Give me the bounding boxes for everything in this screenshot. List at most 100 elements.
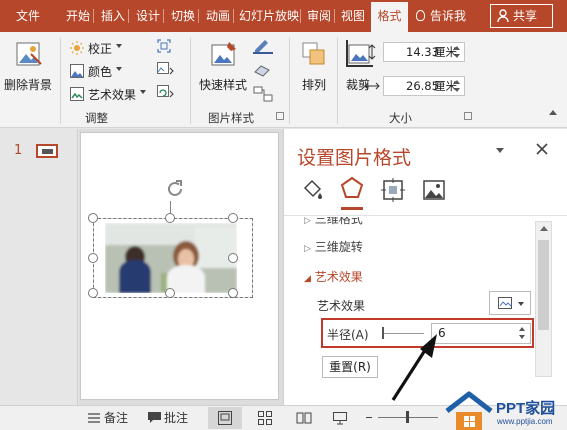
- artistic-effect-preview-icon: [498, 297, 512, 309]
- resize-handle[interactable]: [165, 213, 175, 223]
- compress-pictures-icon[interactable]: [157, 39, 171, 53]
- section-artistic-effects-label: 艺术效果: [314, 270, 363, 284]
- tell-me-search[interactable]: 告诉我: [416, 0, 466, 32]
- arrange-button[interactable]: 排列: [296, 40, 330, 102]
- radius-slider-thumb[interactable]: [382, 327, 384, 339]
- tell-me-label: 告诉我: [430, 9, 467, 23]
- tab-label: 动画: [205, 9, 230, 23]
- section-3d-format[interactable]: ▷ 三维格式: [304, 217, 363, 227]
- size-properties-tab-icon[interactable]: [381, 178, 405, 202]
- tab-label: 审阅: [306, 9, 331, 23]
- section-artistic-effects[interactable]: ◢ 艺术效果: [304, 268, 363, 285]
- resize-handle[interactable]: [228, 213, 238, 223]
- slideshow-icon[interactable]: [333, 411, 347, 425]
- width-spinner[interactable]: [451, 78, 463, 94]
- person-icon: [497, 9, 509, 23]
- scroll-up-icon[interactable]: [540, 226, 548, 231]
- size-launcher-icon[interactable]: [464, 112, 472, 120]
- tab-slideshow[interactable]: 幻灯片放映: [237, 0, 301, 32]
- tab-file[interactable]: 文件: [8, 0, 48, 32]
- resize-handle[interactable]: [165, 288, 175, 298]
- collapse-ribbon-icon[interactable]: [549, 110, 557, 115]
- picture-border-icon[interactable]: [253, 38, 273, 54]
- section-3d-format-label: 三维格式: [314, 217, 363, 226]
- comments-button[interactable]: 批注: [148, 406, 188, 430]
- reset-button[interactable]: 重置(R): [322, 356, 378, 378]
- height-field[interactable]: 14.33 厘米: [368, 42, 465, 62]
- fill-line-tab-icon[interactable]: [301, 178, 325, 202]
- close-icon[interactable]: [536, 143, 548, 155]
- slide-sorter-icon[interactable]: [258, 411, 272, 425]
- quick-styles-icon: [211, 42, 236, 66]
- scroll-thumb[interactable]: [538, 240, 549, 330]
- pane-options-chevron-icon[interactable]: [496, 148, 504, 153]
- tab-transitions[interactable]: 切换: [167, 0, 199, 32]
- remove-background-button[interactable]: 删除背景: [4, 40, 56, 102]
- house-logo-icon: [445, 391, 493, 430]
- pane-scrollbar[interactable]: [535, 221, 552, 377]
- notes-button[interactable]: 备注: [88, 406, 128, 430]
- resize-handle[interactable]: [88, 288, 98, 298]
- tab-design[interactable]: 设计: [132, 0, 164, 32]
- zoom-slider-thumb[interactable]: [406, 411, 409, 423]
- share-label: 共享: [513, 9, 538, 23]
- slide-thumbnail[interactable]: [36, 144, 58, 158]
- annotation-arrow: [391, 334, 437, 401]
- corrections-label: 校正: [88, 42, 113, 56]
- reset-picture-icon[interactable]: [157, 85, 175, 99]
- picture-styles-group-label: 图片样式: [208, 111, 254, 125]
- radius-input[interactable]: 6: [431, 323, 531, 344]
- tab-animations[interactable]: 动画: [202, 0, 234, 32]
- watermark-url: www.pptjia.com: [497, 417, 553, 426]
- ribbon: 删除背景 校正 颜色 艺术效果 调整 快速样式 图片样式 排列 裁剪 14.33…: [0, 32, 567, 128]
- resize-handle[interactable]: [88, 253, 98, 263]
- expand-triangle-icon: ▷: [304, 244, 311, 254]
- artistic-effect-dropdown[interactable]: [489, 291, 531, 315]
- tab-view[interactable]: 视图: [337, 0, 369, 32]
- pane-title: 设置图片格式: [297, 147, 412, 169]
- slide[interactable]: [80, 132, 279, 400]
- resize-handle[interactable]: [88, 213, 98, 223]
- slide-thumbnails-pane: 1: [0, 129, 78, 405]
- size-group-label: 大小: [389, 111, 412, 125]
- picture-effects-icon[interactable]: [253, 62, 273, 78]
- chevron-down-icon: [518, 302, 524, 306]
- chevron-down-icon: [140, 90, 146, 94]
- rotate-handle-icon[interactable]: [164, 178, 186, 200]
- watermark-text: PPT家园: [496, 400, 556, 417]
- quick-styles-button[interactable]: 快速样式: [197, 40, 253, 102]
- tab-format[interactable]: 格式: [371, 2, 408, 32]
- reset-label: 重置(R): [329, 360, 371, 374]
- tab-label: 插入: [100, 9, 125, 23]
- tab-label: 文件: [15, 9, 40, 23]
- width-field[interactable]: 26.85 厘米: [364, 76, 465, 96]
- section-3d-rotation[interactable]: ▷ 三维旋转: [304, 238, 363, 255]
- tab-insert[interactable]: 插入: [97, 0, 129, 32]
- height-spinner[interactable]: [451, 44, 463, 60]
- radius-spinner[interactable]: [516, 325, 528, 341]
- resize-handle[interactable]: [228, 253, 238, 263]
- chevron-down-icon: [116, 67, 122, 71]
- zoom-out-icon[interactable]: [366, 417, 372, 418]
- artistic-effects-label: 艺术效果: [88, 88, 137, 102]
- section-3d-rotation-label: 三维旋转: [314, 240, 363, 254]
- change-picture-icon[interactable]: [157, 62, 175, 76]
- share-button[interactable]: 共享: [490, 4, 553, 28]
- tab-review[interactable]: 审阅: [303, 0, 335, 32]
- effects-tab-icon[interactable]: [339, 176, 365, 202]
- active-tab-indicator: [341, 207, 363, 210]
- tab-home[interactable]: 开始: [62, 0, 94, 32]
- picture-layout-icon[interactable]: [253, 86, 273, 102]
- adjust-group-label: 调整: [85, 111, 108, 125]
- picture-styles-launcher-icon[interactable]: [276, 112, 284, 120]
- watermark-logo: PPT家园 www.pptjia.com: [444, 391, 567, 430]
- normal-view-button[interactable]: [208, 407, 242, 429]
- radius-value: 6: [438, 326, 446, 340]
- reading-view-icon[interactable]: [296, 411, 312, 425]
- comments-label: 批注: [164, 411, 189, 425]
- ribbon-tab-bar: 文件 开始 插入 设计 切换 动画 幻灯片放映 审阅 视图 格式 告诉我 共享: [0, 0, 567, 32]
- quick-styles-label: 快速样式: [199, 78, 248, 92]
- picture-tab-icon[interactable]: [422, 178, 446, 202]
- resize-handle[interactable]: [228, 288, 238, 298]
- height-icon: [368, 44, 376, 60]
